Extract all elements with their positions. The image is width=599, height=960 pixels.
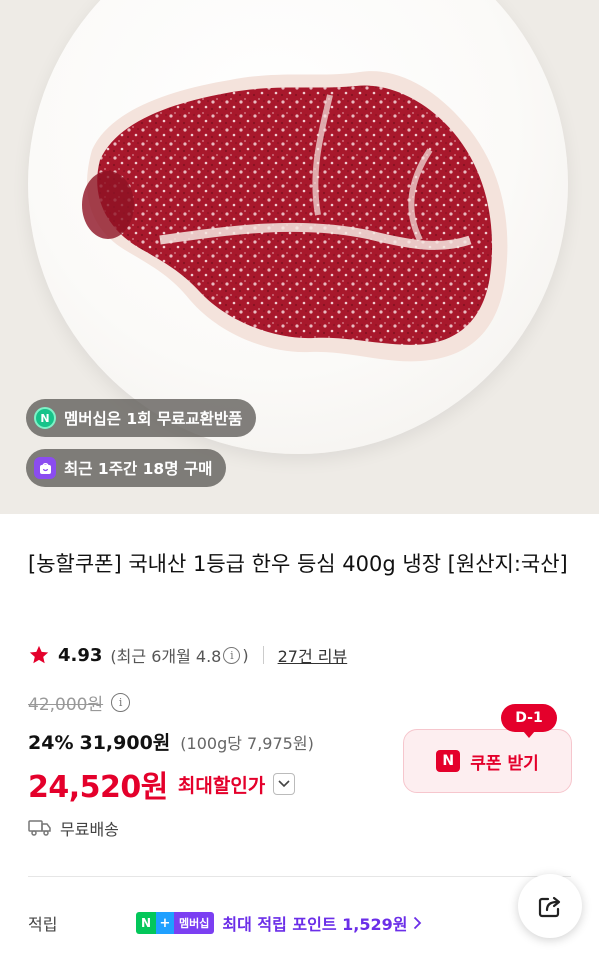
max-discount-toggle[interactable] <box>273 773 296 795</box>
final-price: 24,520원 <box>28 770 168 805</box>
chevron-right-icon <box>414 916 422 930</box>
info-icon[interactable]: i <box>223 646 241 664</box>
membership-n-icon: N <box>34 407 56 429</box>
plus-icon: + <box>156 912 174 934</box>
discount-rate: 24% <box>28 732 74 754</box>
max-points-text: 최대 적립 포인트 1,529원 <box>222 915 408 934</box>
discount-row: 24% 31,900원 (100g당 7,975원) <box>28 728 314 755</box>
truck-icon <box>28 820 51 836</box>
points-label: 적립 <box>28 915 58 934</box>
points-row[interactable]: 적립 N + 멤버십 최대 적립 포인트 1,529원 <box>28 908 508 938</box>
shipping-text: 무료배송 <box>60 820 119 839</box>
naver-n-icon: N <box>436 750 461 772</box>
unit-price: (100g당 7,975원) <box>180 734 314 753</box>
coupon-label: 쿠폰 받기 <box>470 753 539 774</box>
membership-label: 멤버십 <box>174 912 215 934</box>
final-price-row: 24,520원 최대할인가 <box>28 762 296 806</box>
star-icon <box>29 645 49 664</box>
final-price-label: 최대할인가 <box>177 774 266 797</box>
price-info-icon[interactable]: i <box>111 693 131 712</box>
recent-purchase-badge: 최근 1주간 18명 구매 <box>26 449 227 487</box>
product-title: [농할쿠폰] 국내산 1등급 한우 등심 400g 냉장 [원산지:국산] <box>28 552 568 576</box>
rating-row: 4.93 (최근 6개월 4.8 i ) 27건 리뷰 <box>28 640 347 670</box>
dday-badge: D-1 <box>501 704 557 738</box>
rating-recent-close: ) <box>242 645 249 665</box>
product-image[interactable]: N 멤버십은 1회 무료교환반품 최근 1주간 18명 구매 <box>0 0 599 514</box>
get-coupon-button[interactable]: N 쿠폰 받기 <box>403 729 572 793</box>
share-button[interactable] <box>518 874 582 938</box>
original-price: 42,000원 <box>28 695 104 715</box>
badge-text: 멤버십은 1회 무료교환반품 <box>64 410 243 428</box>
shopping-bag-icon <box>34 457 56 479</box>
discount-price: 31,900원 <box>79 732 171 754</box>
rating-score: 4.93 <box>58 644 103 666</box>
original-price-row: 42,000원 i <box>28 690 132 715</box>
naver-plus-membership-badge: N + 멤버십 <box>136 912 215 934</box>
share-icon <box>538 896 561 918</box>
membership-free-return-badge: N 멤버십은 1회 무료교환반품 <box>26 399 257 437</box>
review-count-link[interactable]: 27건 리뷰 <box>278 643 348 667</box>
rating-recent: (최근 6개월 4.8 <box>110 647 222 666</box>
divider <box>28 876 571 877</box>
naver-n-icon: N <box>136 912 156 934</box>
shipping-row: 무료배송 <box>28 816 119 840</box>
badge-text: 최근 1주간 18명 구매 <box>64 460 213 478</box>
divider <box>262 646 264 664</box>
chevron-down-icon <box>278 780 290 788</box>
